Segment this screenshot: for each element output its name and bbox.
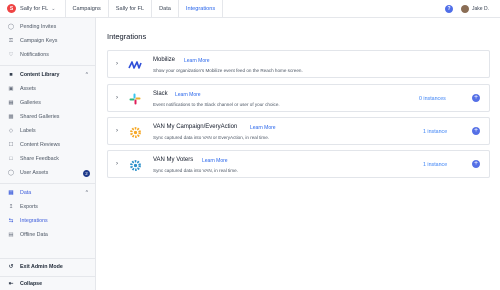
sidebar: ◯ Pending Invites ⚿ Campaign Keys ♡ Noti… <box>0 18 96 290</box>
sidebar-section-content-library[interactable]: ■ Content Library ⌃ <box>0 69 96 81</box>
breadcrumb-campaign[interactable]: Sally for FL <box>109 0 151 18</box>
breadcrumb-campaigns[interactable]: Campaigns <box>66 0 108 18</box>
sidebar-item-labels[interactable]: ◇ Labels <box>0 125 96 137</box>
integration-name: VAN My Campaign/EveryAction <box>153 124 238 130</box>
sidebar-item-assets[interactable]: ▣ Assets <box>0 83 96 95</box>
chevron-up-icon: ⌃ <box>84 72 89 78</box>
add-instance-button[interactable]: + <box>472 160 480 168</box>
sidebar-item-campaign-keys[interactable]: ⚿ Campaign Keys <box>0 35 96 47</box>
instance-count[interactable]: 0 instances <box>419 96 446 102</box>
sidebar-item-content-reviews[interactable]: ☐ Content Reviews <box>0 139 96 151</box>
key-icon: ⚿ <box>8 37 14 44</box>
add-instance-button[interactable]: + <box>472 127 480 135</box>
integrations-icon: ⇆ <box>8 218 14 224</box>
integration-card-van-my-voters[interactable]: › VAN My Voters Learn More Sync captured… <box>107 150 490 178</box>
divider <box>0 276 96 277</box>
instance-count[interactable]: 1 instance <box>423 162 447 168</box>
avatar[interactable] <box>461 5 469 13</box>
folder-icon: ■ <box>9 72 13 78</box>
database-icon: ▤ <box>8 190 14 196</box>
integration-card-van-my-campaign[interactable]: › VAN My Campaign/EveryAction Learn More… <box>107 117 490 145</box>
offline-data-icon: ▤ <box>8 232 14 238</box>
van-voters-logo-icon <box>128 158 142 172</box>
tag-icon: ◇ <box>8 128 14 134</box>
integration-description: Sync captured data into VAN, in real tim… <box>153 167 238 173</box>
image-icon: ▣ <box>8 86 14 92</box>
org-switcher[interactable]: Sally for FL <box>20 6 48 12</box>
learn-more-link[interactable]: Learn More <box>175 92 201 98</box>
integration-description: Event notifications to the Slack channel… <box>153 101 280 107</box>
integration-name: Slack <box>153 91 168 97</box>
gallery-icon: ▦ <box>8 100 14 106</box>
integration-card-slack[interactable]: › Slack Learn More Event notifications t… <box>107 84 490 112</box>
integration-card-mobilize[interactable]: › Mobilize Learn More Show your organiza… <box>107 50 490 78</box>
chevron-right-icon[interactable]: › <box>116 161 118 167</box>
bell-icon: ♡ <box>8 52 14 58</box>
sidebar-item-pending-invites[interactable]: ◯ Pending Invites <box>0 21 96 33</box>
add-instance-button[interactable]: + <box>472 94 480 102</box>
divider <box>222 0 224 18</box>
export-icon: ↥ <box>8 204 14 210</box>
van-logo-icon <box>128 125 142 139</box>
learn-more-link[interactable]: Learn More <box>202 158 228 164</box>
sidebar-item-integrations[interactable]: ⇆ Integrations <box>0 215 96 227</box>
review-icon: ☐ <box>8 142 14 148</box>
slack-logo-icon <box>128 92 142 106</box>
learn-more-link[interactable]: Learn More <box>250 125 276 131</box>
sidebar-item-exports[interactable]: ↥ Exports <box>0 201 96 213</box>
count-badge: 2 <box>83 169 90 177</box>
integration-name: Mobilize <box>153 57 176 63</box>
sidebar-item-galleries[interactable]: ▦ Galleries <box>0 97 96 109</box>
chevron-right-icon[interactable]: › <box>116 128 118 134</box>
learn-more-link[interactable]: Learn More <box>184 58 210 64</box>
user-assets-icon: ◯ <box>7 170 15 176</box>
chevron-up-icon: ⌃ <box>84 190 89 196</box>
sidebar-item-share-feedback[interactable]: □ Share Feedback <box>0 153 96 165</box>
integration-description: Show your organization's Mobilize event … <box>153 67 303 73</box>
divider <box>0 65 96 66</box>
chevron-right-icon[interactable]: › <box>116 95 118 101</box>
integration-name: VAN My Voters <box>153 157 194 163</box>
sidebar-item-notifications[interactable]: ♡ Notifications <box>0 49 96 61</box>
org-logo[interactable]: S <box>7 4 16 13</box>
sidebar-item-offline-data[interactable]: ▤ Offline Data <box>0 229 96 241</box>
exit-admin-mode-button[interactable]: ↺ Exit Admin Mode <box>0 261 96 273</box>
user-clock-icon: ◯ <box>7 24 15 30</box>
sidebar-item-shared-galleries[interactable]: ▩ Shared Galleries <box>0 111 96 123</box>
collapse-button[interactable]: ⇤ Collapse <box>0 278 96 290</box>
integration-description: Sync captured data into VAN or EveryActi… <box>153 134 270 140</box>
help-icon[interactable]: ? <box>445 5 453 13</box>
sidebar-item-user-assets[interactable]: ◯ User Assets 2 <box>0 167 96 179</box>
page-title: Integrations <box>107 32 147 41</box>
chevron-right-icon[interactable]: › <box>116 61 118 67</box>
divider <box>0 183 96 184</box>
exit-icon: ↺ <box>8 264 14 270</box>
breadcrumb-data[interactable]: Data <box>152 0 178 18</box>
mobilize-logo-icon <box>128 58 142 72</box>
chevron-down-icon[interactable]: ⌄ <box>51 6 55 12</box>
breadcrumb-integrations[interactable]: Integrations <box>179 0 222 18</box>
divider <box>0 258 96 259</box>
shared-gallery-icon: ▩ <box>8 114 14 120</box>
user-name[interactable]: Jake D. <box>472 6 489 12</box>
instance-count[interactable]: 1 instance <box>423 129 447 135</box>
collapse-icon: ⇤ <box>8 281 14 287</box>
sidebar-section-data[interactable]: ▤ Data ⌃ <box>0 187 96 199</box>
comment-icon: □ <box>9 156 13 162</box>
top-bar: S Sally for FL ⌄ Campaigns Sally for FL … <box>0 0 500 18</box>
